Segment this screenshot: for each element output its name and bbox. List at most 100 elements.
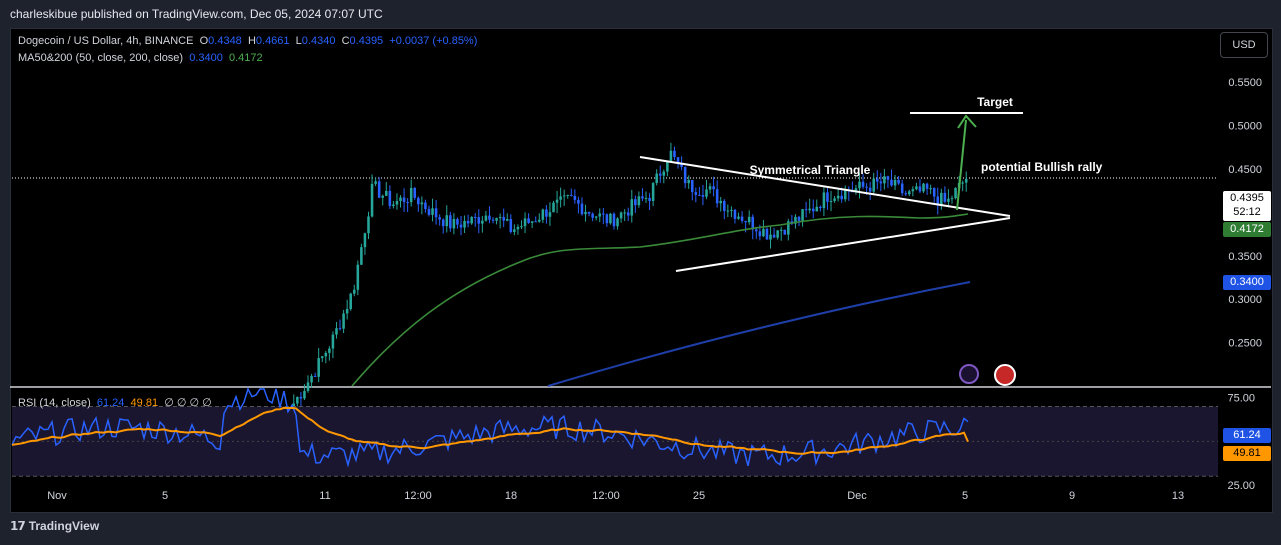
candle-body — [463, 221, 466, 228]
candle-body — [737, 216, 740, 219]
candle-body — [836, 195, 840, 199]
candle-body — [861, 181, 865, 187]
candle-body — [801, 209, 804, 221]
candle-body — [356, 264, 360, 290]
candle-body — [516, 226, 520, 230]
candle-body — [744, 220, 747, 223]
candle-body — [374, 181, 377, 184]
y-tick-label: 0.5000 — [1228, 121, 1262, 133]
low-value: 0.4340 — [301, 35, 336, 47]
candle-body — [609, 213, 612, 224]
candle-body — [328, 348, 331, 353]
sparkle-icon[interactable] — [959, 364, 979, 384]
candle-body — [360, 247, 363, 265]
currency-button[interactable]: USD — [1220, 32, 1268, 58]
ma-label: MA50&200 (50, close, 200, close) — [18, 52, 184, 64]
y-tick-label: 0.3000 — [1228, 294, 1262, 306]
candle-body — [922, 183, 925, 192]
candle-body — [758, 231, 762, 237]
candle-body — [441, 219, 445, 227]
candle-body — [402, 197, 406, 203]
candle-body — [651, 183, 655, 201]
candle-body — [473, 217, 477, 219]
candle-body — [637, 196, 641, 206]
candle-body — [381, 195, 385, 198]
candle-body — [562, 195, 566, 197]
candle-body — [370, 183, 374, 217]
candle-body — [726, 210, 730, 212]
candle-body — [498, 217, 502, 219]
open-value: 0.4348 — [208, 35, 242, 47]
candle-body — [509, 219, 513, 232]
candle-body — [715, 189, 719, 204]
chart-canvas[interactable]: 0.60000.55000.50000.45000.35000.30000.25… — [0, 0, 1281, 545]
candle-body — [623, 212, 626, 214]
candle-body — [858, 181, 861, 189]
rsi-tag: 61.24 — [1223, 428, 1271, 443]
candle-body — [406, 202, 409, 204]
candle-body — [445, 215, 449, 227]
candle-body — [342, 313, 345, 329]
candle-body — [655, 173, 658, 184]
x-tick-label: 12:00 — [592, 490, 620, 502]
footer-brand[interactable]: 𝟭𝟳 TradingView — [10, 519, 99, 533]
target-label: Target — [977, 95, 1013, 109]
candle-body — [335, 328, 338, 335]
candle-body — [552, 202, 555, 213]
candle-body — [523, 218, 527, 227]
candle-body — [765, 228, 769, 240]
triangle-lower-line — [675, 217, 1011, 272]
candle-body — [673, 150, 676, 158]
candle-body — [783, 229, 787, 235]
us-flag-icon[interactable] — [994, 364, 1016, 386]
candle-body — [388, 190, 392, 207]
candle-body — [875, 178, 879, 182]
candle-body — [338, 328, 342, 330]
candle-body — [879, 181, 883, 184]
ma200-value: 0.4172 — [229, 52, 263, 64]
candle-body — [776, 230, 779, 238]
candle-body — [929, 188, 932, 190]
candle-body — [694, 192, 698, 195]
y-tick-label: 0.3500 — [1228, 251, 1262, 263]
candle-body — [961, 182, 964, 184]
candle-body — [587, 211, 591, 214]
candle-body — [666, 161, 669, 172]
candle-body — [427, 209, 431, 215]
candle-body — [548, 212, 552, 217]
rsi-y-tick-label: 75.00 — [1227, 393, 1255, 405]
candle-body — [296, 396, 299, 404]
x-tick-label: 13 — [1172, 490, 1184, 502]
candle-body — [890, 179, 893, 186]
x-tick-label: 9 — [1069, 490, 1075, 502]
close-label: C — [341, 35, 350, 47]
candle-body — [317, 358, 320, 377]
candle-body — [559, 196, 562, 200]
last-price-tag: 0.4395 52:12 — [1223, 191, 1271, 221]
ma-blue-tag: 0.3400 — [1223, 275, 1271, 290]
x-tick-label: 12:00 — [404, 490, 432, 502]
candle-body — [932, 188, 936, 197]
candle-body — [466, 221, 470, 224]
candle-body — [612, 213, 616, 227]
candle-body — [449, 215, 452, 229]
candle-body — [886, 176, 890, 180]
candle-body — [367, 216, 370, 234]
candle-body — [954, 187, 957, 199]
rsi-legend: RSI (14, close) 61.24 49.81 ∅ ∅ ∅ ∅ — [18, 396, 212, 409]
y-tick-label: 0.2500 — [1228, 338, 1262, 350]
candle-body — [602, 213, 605, 215]
x-tick-label: Dec — [847, 490, 867, 502]
candle-body — [502, 217, 505, 221]
x-tick-label: 18 — [505, 490, 517, 502]
candle-body — [779, 229, 783, 231]
candle-body — [598, 213, 602, 217]
candle-body — [392, 204, 395, 207]
candle-body — [911, 189, 915, 192]
candle-body — [313, 375, 317, 377]
candle-body — [811, 208, 815, 212]
x-tick-label: 11 — [319, 490, 330, 502]
triangle-label: Symmetrical Triangle — [750, 163, 871, 177]
candle-body — [537, 219, 541, 222]
candle-body — [815, 206, 819, 212]
